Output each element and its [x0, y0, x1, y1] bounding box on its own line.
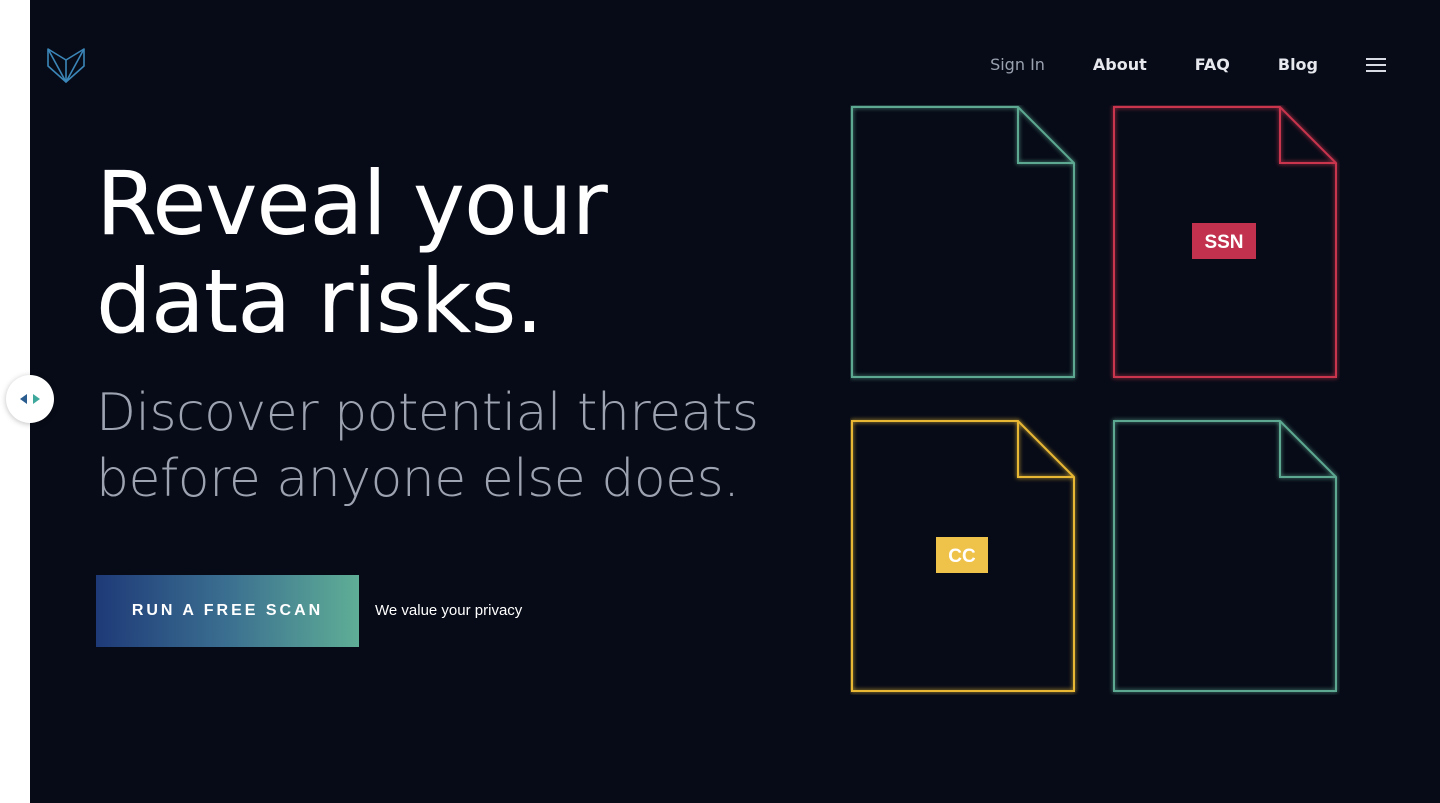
- sidebar-toggle-button[interactable]: [6, 375, 54, 423]
- nav-sign-in-link[interactable]: Sign In: [990, 54, 1045, 76]
- ssn-badge-label: SSN: [1204, 232, 1243, 253]
- nav-faq-link[interactable]: FAQ: [1195, 54, 1230, 76]
- nav-about-link[interactable]: About: [1093, 54, 1147, 76]
- cc-badge-label: CC: [948, 546, 976, 567]
- hero-headline: Reveal your data risks.: [96, 152, 608, 353]
- hero-subheadline: Discover potential threats before anyone…: [96, 380, 759, 512]
- headline-line-2: data risks.: [96, 250, 543, 353]
- document-4: [1113, 420, 1337, 692]
- privacy-link[interactable]: We value your privacy: [375, 602, 522, 619]
- document-1: [851, 106, 1075, 378]
- document-illustration: SSN CC: [851, 106, 1337, 692]
- run-free-scan-button[interactable]: RUN A FREE SCAN: [96, 575, 359, 647]
- fox-logo-icon: [47, 48, 85, 83]
- document-ssn: SSN: [1113, 106, 1337, 378]
- document-cc: CC: [851, 420, 1075, 692]
- subhead-line-2: before anyone else does.: [96, 449, 740, 509]
- subhead-line-1: Discover potential threats: [96, 383, 759, 443]
- headline-line-1: Reveal your: [96, 152, 608, 255]
- hamburger-menu-icon[interactable]: [1366, 58, 1386, 72]
- hero-section: Sign In About FAQ Blog Reveal your data …: [30, 0, 1440, 803]
- top-navigation: Sign In About FAQ Blog: [942, 54, 1386, 76]
- nav-blog-link[interactable]: Blog: [1278, 54, 1318, 76]
- left-right-arrows-icon: [20, 394, 40, 404]
